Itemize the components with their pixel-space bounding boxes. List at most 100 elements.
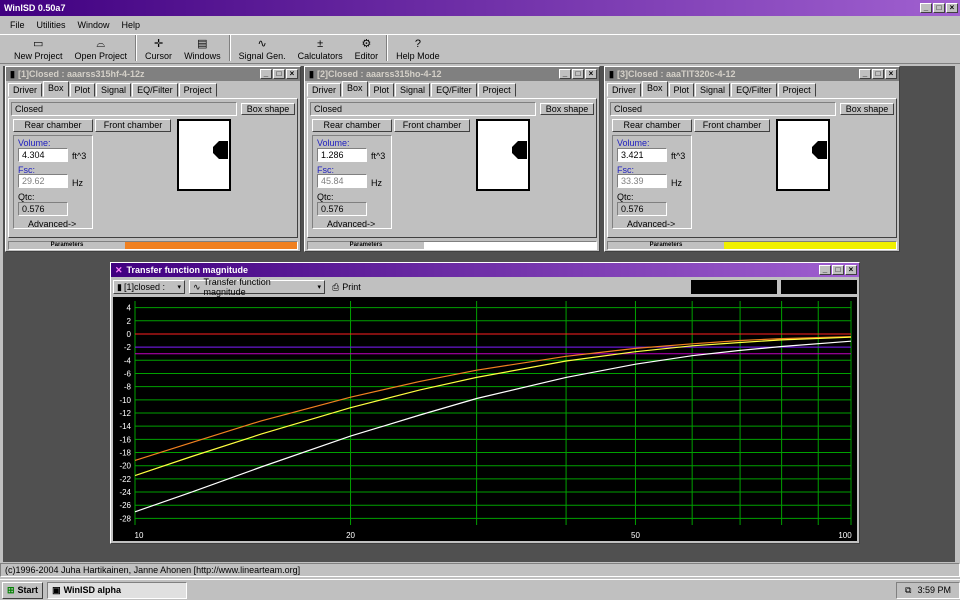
plot-type-dropdown[interactable]: ∿ Transfer function magnitude ▾ <box>189 277 325 297</box>
print-button[interactable]: ⎙ Print <box>329 280 364 294</box>
toolbar-separator <box>135 35 138 61</box>
front-chamber-button[interactable]: Front chamber <box>95 119 171 132</box>
advanced-link[interactable]: Advanced-> <box>327 219 375 229</box>
maximize-button[interactable]: □ <box>572 69 584 79</box>
start-button[interactable]: ⊞ Start <box>2 581 44 599</box>
y-tick-label: 2 <box>127 317 132 326</box>
box-tab-panel: Closed Box shape Rear chamber Front chamber… <box>307 98 597 238</box>
close-button[interactable]: × <box>885 69 897 79</box>
box-shape-button[interactable]: Box shape <box>840 103 894 115</box>
minimize-button[interactable]: _ <box>559 69 571 79</box>
rear-chamber-group: Volume: 1.286 ft^3 Fsc: 45.84 Hz Qtc: 0.576 Adva… <box>312 135 392 229</box>
tab-driver[interactable]: Driver <box>8 83 42 97</box>
rear-chamber-button[interactable]: Rear chamber <box>312 119 392 132</box>
new-project-icon: ▭ <box>33 38 44 50</box>
app-maximize-button[interactable]: □ <box>933 3 945 13</box>
toolbar-calculators-button[interactable]: ± Calculators <box>292 37 349 63</box>
tab-plot[interactable]: Plot <box>368 83 395 97</box>
app-close-button[interactable]: × <box>946 3 958 13</box>
front-chamber-button[interactable]: Front chamber <box>694 119 770 132</box>
tab-driver[interactable]: Driver <box>607 83 641 97</box>
toolbar-separator <box>386 35 389 61</box>
volume-input[interactable]: 4.304 <box>18 148 68 162</box>
box-shape-button[interactable]: Box shape <box>241 103 295 115</box>
volume-input[interactable]: 3.421 <box>617 148 667 162</box>
close-button[interactable]: × <box>585 69 597 79</box>
maximize-button[interactable]: □ <box>273 69 285 79</box>
windows-logo-icon: ⊞ <box>7 584 15 595</box>
menu-file[interactable]: File <box>10 20 25 30</box>
advanced-link[interactable]: Advanced-> <box>28 219 76 229</box>
tab-eqfilter[interactable]: EQ/Filter <box>132 83 178 97</box>
graph-window-titlebar: ✕ Transfer function magnitude _ □ × <box>111 263 859 277</box>
rear-chamber-button[interactable]: Rear chamber <box>612 119 692 132</box>
toolbar-windows-button[interactable]: ▤ Windows <box>178 37 227 63</box>
tab-project[interactable]: Project <box>477 83 516 97</box>
tab-box[interactable]: Box <box>642 81 668 97</box>
x-tick-label: 100 <box>838 531 852 540</box>
tab-box[interactable]: Box <box>342 81 368 97</box>
project-window-title: [2]Closed : aaarss315ho-4-12 <box>316 69 442 79</box>
rear-chamber-button[interactable]: Rear chamber <box>13 119 93 132</box>
parameters-label: Parameters <box>50 242 84 248</box>
tab-eqfilter[interactable]: EQ/Filter <box>431 83 477 97</box>
fsc-input[interactable]: 33.39 <box>617 174 667 188</box>
menu-window[interactable]: Window <box>78 20 110 30</box>
app-minimize-button[interactable]: _ <box>920 3 932 13</box>
tab-signal[interactable]: Signal <box>695 83 731 97</box>
minimize-button[interactable]: _ <box>260 69 272 79</box>
tab-strip: Driver Box Plot Signal EQ/Filter Project <box>307 81 517 97</box>
front-chamber-button[interactable]: Front chamber <box>394 119 470 132</box>
volume-input[interactable]: 1.286 <box>317 148 367 162</box>
menu-utilities[interactable]: Utilities <box>37 20 66 30</box>
toolbar-help-button[interactable]: ? Help Mode <box>390 37 446 63</box>
tab-plot[interactable]: Plot <box>668 83 695 97</box>
project-select-dropdown[interactable]: ▮ [1]closed : ▾ <box>113 280 185 294</box>
graph-close-button[interactable]: × <box>845 265 857 275</box>
graph-minimize-button[interactable]: _ <box>819 265 831 275</box>
tab-eqfilter[interactable]: EQ/Filter <box>731 83 777 97</box>
project-color-swatch <box>724 242 896 249</box>
toolbar-new-project-button[interactable]: ▭ New Project <box>8 37 69 63</box>
volume-unit: ft^3 <box>671 151 686 161</box>
taskbar-task-winisd[interactable]: ▣ WinISD alpha <box>47 581 188 599</box>
qtc-value: 0.576 <box>18 202 68 216</box>
toolbar-signal-gen-button[interactable]: ∿ Signal Gen. <box>233 37 292 63</box>
volume-unit: ft^3 <box>72 151 87 161</box>
y-tick-label: -22 <box>119 475 131 484</box>
fsc-input[interactable]: 45.84 <box>317 174 367 188</box>
graph-toolbar: ▮ [1]closed : ▾ ∿ Transfer function magnitud… <box>113 277 857 297</box>
parameters-bar: Parameters <box>307 241 597 250</box>
network-icon[interactable]: ⧉ <box>905 585 911 596</box>
transfer-function-chart[interactable]: 420-2-4-6-8-10-12-14-16-18-20-22-24-26-2… <box>113 297 857 541</box>
tab-project[interactable]: Project <box>777 83 816 97</box>
printer-icon: ⎙ <box>332 281 340 292</box>
box-tab-panel: Closed Box shape Rear chamber Front chamber… <box>8 98 298 238</box>
minimize-button[interactable]: _ <box>859 69 871 79</box>
toolbar-editor-button[interactable]: ⚙ Editor <box>349 37 385 63</box>
tab-plot[interactable]: Plot <box>69 83 96 97</box>
tab-signal[interactable]: Signal <box>96 83 132 97</box>
transfer-function-window: ✕ Transfer function magnitude _ □ × ▮ [1]close… <box>110 262 860 544</box>
box-shape-button[interactable]: Box shape <box>540 103 594 115</box>
close-button[interactable]: × <box>286 69 298 79</box>
box-type-select[interactable]: Closed <box>610 102 836 116</box>
tab-driver[interactable]: Driver <box>307 83 341 97</box>
tab-project[interactable]: Project <box>178 83 217 97</box>
y-tick-label: -24 <box>119 488 131 497</box>
graph-maximize-button[interactable]: □ <box>832 265 844 275</box>
mdi-workspace: ▮ [1]Closed : aaarss315hf-4-12z _ □ × Driver B… <box>3 66 955 562</box>
box-type-select[interactable]: Closed <box>11 102 237 116</box>
tab-signal[interactable]: Signal <box>395 83 431 97</box>
advanced-link[interactable]: Advanced-> <box>627 219 675 229</box>
series-line-1 <box>134 336 852 461</box>
toolbar-cursor-button[interactable]: ✛ Cursor <box>139 37 178 63</box>
box-type-select[interactable]: Closed <box>310 102 536 116</box>
y-tick-label: -8 <box>124 383 132 392</box>
menu-help[interactable]: Help <box>122 20 141 30</box>
fsc-input[interactable]: 29.62 <box>18 174 68 188</box>
chevron-down-icon: ▾ <box>177 284 181 291</box>
maximize-button[interactable]: □ <box>872 69 884 79</box>
toolbar-open-project-button[interactable]: ⌓ Open Project <box>69 37 134 63</box>
tab-box[interactable]: Box <box>43 81 69 97</box>
